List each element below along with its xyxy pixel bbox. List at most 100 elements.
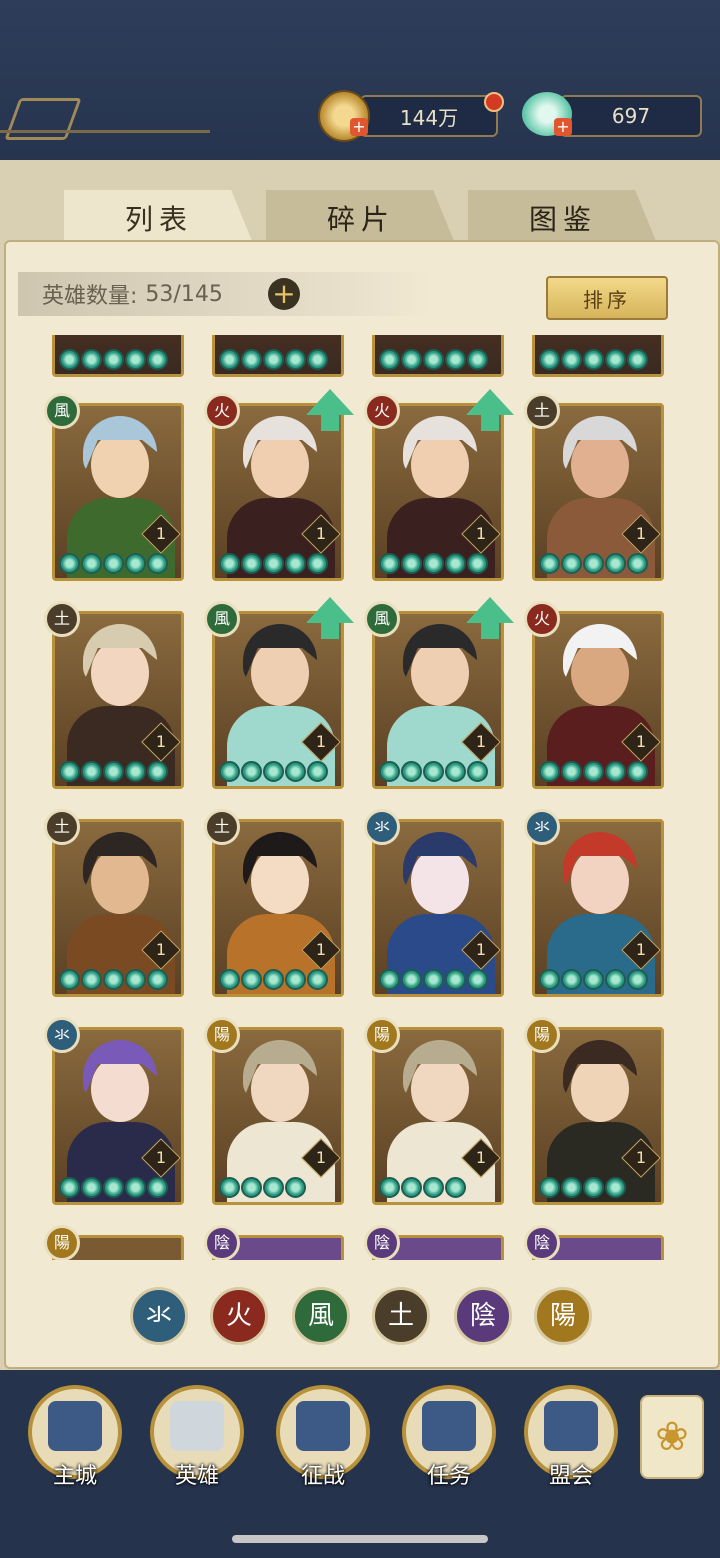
hero-face <box>251 432 309 498</box>
hero-face <box>571 1056 629 1122</box>
fire-filter-button[interactable]: 火 <box>210 1287 268 1345</box>
tab-list[interactable]: 列表 <box>64 190 254 246</box>
hero-level: 1 <box>635 1148 647 1167</box>
hero-level: 1 <box>155 1148 167 1167</box>
star-icon <box>401 1177 422 1198</box>
hero-card[interactable]: 1 <box>372 1027 504 1205</box>
home-indicator <box>232 1535 488 1543</box>
star-icon <box>147 349 168 370</box>
sort-button[interactable]: 排序 <box>546 276 668 320</box>
wind-element-icon: 風 <box>44 393 80 429</box>
upgrade-arrow-icon <box>306 389 354 431</box>
hero-card[interactable]: 1 <box>372 819 504 997</box>
star-icon <box>125 761 146 782</box>
tab-label: 碎片 <box>326 203 395 236</box>
star-icon <box>539 553 560 574</box>
header-divider <box>0 130 210 133</box>
tab-fragments[interactable]: 碎片 <box>266 190 456 246</box>
hero-level: 1 <box>475 524 487 543</box>
star-row <box>379 349 488 370</box>
star-icon <box>467 969 488 990</box>
star-icon <box>219 969 240 990</box>
star-icon <box>241 761 262 782</box>
hero-level: 1 <box>635 732 647 751</box>
wind-filter-button[interactable]: 風 <box>292 1287 350 1345</box>
hero-card[interactable] <box>372 335 504 377</box>
hero-face <box>251 640 309 706</box>
hero-card[interactable] <box>52 335 184 377</box>
city-gate-icon <box>48 1401 102 1451</box>
hero-level: 1 <box>635 524 647 543</box>
yang-filter-button[interactable]: 陽 <box>534 1287 592 1345</box>
yang-element-icon: 陽 <box>364 1017 400 1053</box>
hero-card[interactable]: 1 <box>52 611 184 789</box>
star-icon <box>423 553 444 574</box>
star-icon <box>539 969 560 990</box>
hero-card[interactable]: 1 <box>532 403 664 581</box>
hero-level: 1 <box>475 940 487 959</box>
wind-element-icon: 風 <box>364 601 400 637</box>
star-icon <box>263 761 284 782</box>
water-filter-button[interactable]: 氺 <box>130 1287 188 1345</box>
yin-filter-button[interactable]: 陰 <box>454 1287 512 1345</box>
hero-card[interactable] <box>212 335 344 377</box>
guild-hall-icon <box>544 1401 598 1451</box>
star-icon <box>605 553 626 574</box>
add-jade-icon[interactable]: + <box>554 118 572 136</box>
earth-element-icon: 土 <box>524 393 560 429</box>
flower-menu-icon[interactable]: ❀ <box>640 1395 704 1479</box>
star-icon <box>241 553 262 574</box>
hero-level: 1 <box>475 732 487 751</box>
star-icon <box>81 1177 102 1198</box>
star-icon <box>285 553 306 574</box>
hero-count-bar: 英雄数量: 53/145 <box>18 272 432 316</box>
earth-filter-button[interactable]: 土 <box>372 1287 430 1345</box>
hero-card[interactable]: 1 <box>212 1027 344 1205</box>
star-icon <box>59 969 80 990</box>
star-icon <box>125 553 146 574</box>
coin-counter[interactable]: 144万 <box>360 95 498 137</box>
star-icon <box>241 969 262 990</box>
yang-element-icon: 陽 <box>204 1017 240 1053</box>
hero-card[interactable] <box>532 335 664 377</box>
star-row <box>539 1177 626 1198</box>
star-icon <box>263 553 284 574</box>
yin-element-icon: 陰 <box>204 1225 240 1260</box>
hero-level: 1 <box>635 940 647 959</box>
star-icon <box>423 1177 444 1198</box>
hero-card[interactable]: 1 <box>52 403 184 581</box>
upgrade-arrow-icon <box>306 597 354 639</box>
star-icon <box>379 553 400 574</box>
hero-card[interactable]: 1 <box>532 819 664 997</box>
star-row <box>59 969 168 990</box>
star-row <box>219 553 328 574</box>
tab-codex[interactable]: 图鉴 <box>468 190 658 246</box>
star-row <box>539 553 648 574</box>
add-coin-icon[interactable]: + <box>350 118 368 136</box>
hero-face <box>571 432 629 498</box>
hero-card[interactable]: 1 <box>52 819 184 997</box>
hero-grid[interactable]: 1風1火1火1土1土1風1風1火1土1土1氺1氺1氺1陽1陽1陽陽陰陰陰 <box>40 335 680 1260</box>
star-icon <box>445 969 466 990</box>
star-icon <box>307 553 328 574</box>
star-icon <box>59 761 80 782</box>
star-icon <box>379 349 400 370</box>
star-icon <box>81 553 102 574</box>
expand-slots-icon[interactable]: + <box>268 278 300 310</box>
hero-card[interactable]: 1 <box>532 611 664 789</box>
hero-card[interactable]: 1 <box>212 819 344 997</box>
hero-card[interactable]: 1 <box>52 1027 184 1205</box>
hero-card[interactable]: 1 <box>532 1027 664 1205</box>
star-icon <box>241 349 262 370</box>
star-icon <box>401 761 422 782</box>
star-icon <box>285 761 306 782</box>
water-element-icon: 氺 <box>524 809 560 845</box>
star-row <box>59 349 168 370</box>
hero-level: 1 <box>155 732 167 751</box>
nav-label: 主城 <box>52 1464 97 1489</box>
coin-amount: 144万 <box>399 105 459 130</box>
jade-counter[interactable]: 697 <box>560 95 702 137</box>
star-icon <box>125 1177 146 1198</box>
star-icon <box>307 969 328 990</box>
yang-element-icon: 陽 <box>524 1017 560 1053</box>
